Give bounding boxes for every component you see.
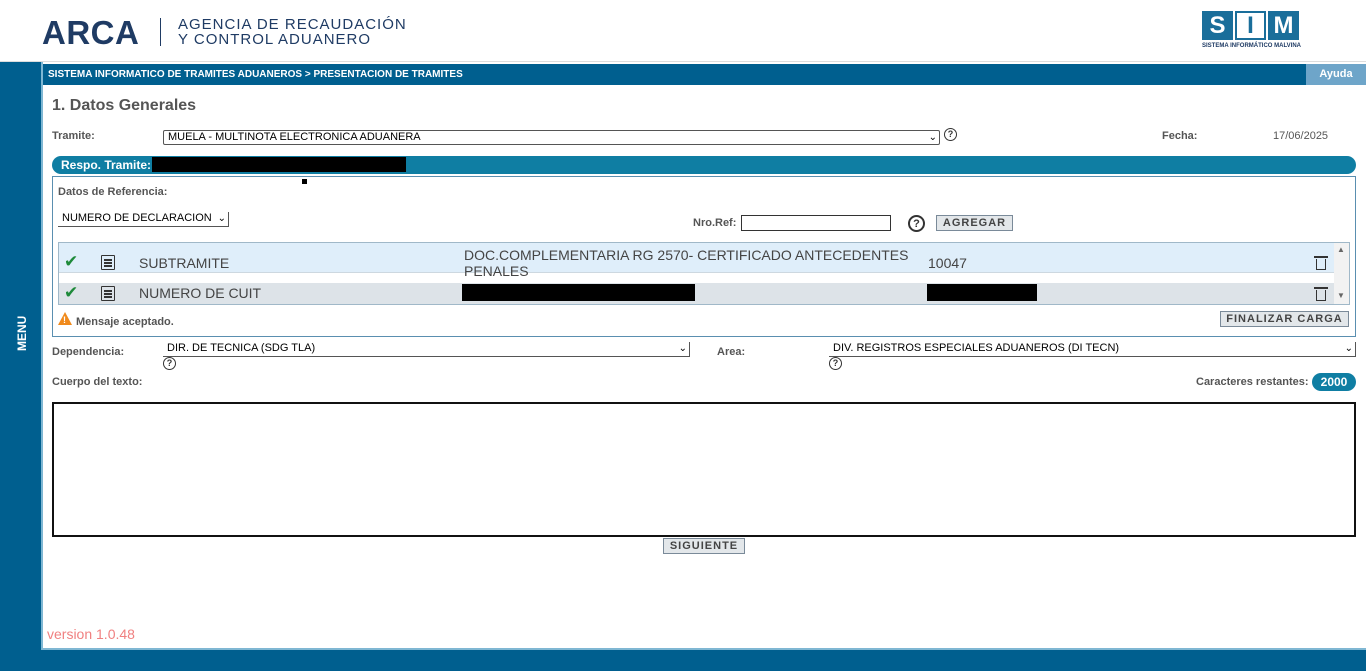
sim-letter-s: S [1202, 11, 1233, 40]
area-selected: DIV. REGISTROS ESPECIALES ADUANEROS (DI … [833, 342, 1120, 354]
row-value: 10047 [928, 255, 967, 271]
agregar-button[interactable]: AGREGAR [936, 215, 1013, 231]
dependencia-help-icon[interactable]: ? [163, 357, 176, 370]
agency-line-2: Y CONTROL ADUANERO [178, 31, 372, 48]
table-row[interactable]: ✔ SUBTRAMITE DOC.COMPLEMENTARIA RG 2570-… [59, 243, 1334, 279]
grid-scrollbar[interactable]: ▲ ▼ [1334, 243, 1349, 304]
row-type: SUBTRAMITE [139, 255, 230, 271]
caracteres-counter: 2000 [1312, 373, 1356, 391]
check-icon: ✔ [64, 252, 79, 271]
trash-icon[interactable] [1314, 256, 1328, 270]
caracteres-label: Caracteres restantes: [1196, 376, 1309, 388]
chevron-down-icon: ⌄ [1344, 343, 1353, 354]
check-icon: ✔ [64, 283, 79, 302]
row-description: DOC.COMPLEMENTARIA RG 2570- CERTIFICADO … [464, 247, 909, 279]
breadcrumb-bar: SISTEMA INFORMATICO DE TRAMITES ADUANERO… [43, 64, 1366, 85]
dependencia-select[interactable]: DIR. DE TECNICA (SDG TLA) ⌄ [163, 342, 690, 357]
document-icon[interactable] [101, 255, 115, 270]
nro-ref-input[interactable] [741, 215, 891, 231]
left-stripe [41, 62, 43, 648]
referencia-type-selected: NUMERO DE DECLARACION [62, 212, 212, 224]
scroll-down-icon[interactable]: ▼ [1337, 291, 1345, 300]
referencia-label: Datos de Referencia: [58, 186, 168, 198]
breadcrumb: SISTEMA INFORMATICO DE TRAMITES ADUANERO… [48, 69, 463, 80]
table-row[interactable]: ✔ NUMERO DE CUIT [59, 283, 1334, 304]
sim-logo: S I M SISTEMA INFORMÁTICO MALVINA [1202, 11, 1301, 49]
chevron-down-icon: ⌄ [678, 343, 687, 354]
tramite-label: Tramite: [52, 130, 95, 142]
side-menu-toggle[interactable]: MENU [0, 62, 41, 671]
chevron-down-icon: ⌄ [217, 213, 226, 224]
finalizar-carga-button[interactable]: FINALIZAR CARGA [1220, 311, 1349, 327]
cuerpo-textarea[interactable] [52, 402, 1356, 537]
area-help-icon[interactable]: ? [829, 357, 842, 370]
redacted-cuit-description [462, 284, 695, 301]
arca-logo: ARCA [42, 14, 140, 51]
tramite-selected: MUELA - MULTINOTA ELECTRONICA ADUANERA [168, 131, 421, 143]
dependencia-label: Dependencia: [52, 346, 125, 358]
nro-ref-label: Nro.Ref: [693, 217, 737, 229]
redacted-cuit-value [927, 284, 1037, 301]
dependencia-selected: DIR. DE TECNICA (SDG TLA) [167, 342, 316, 354]
fecha-value: 17/06/2025 [1273, 130, 1329, 142]
bottom-bar [41, 648, 1366, 671]
chevron-down-icon: ⌄ [928, 132, 937, 143]
respo-tramite-bar: Respo. Tramite: [52, 156, 1356, 174]
siguiente-button[interactable]: SIGUIENTE [663, 538, 745, 554]
respo-tramite-label: Respo. Tramite: [61, 158, 152, 172]
tramite-select[interactable]: MUELA - MULTINOTA ELECTRONICA ADUANERA ⌄ [163, 130, 940, 145]
warning-icon: ! [58, 312, 72, 325]
sim-letter-i: I [1235, 11, 1266, 40]
cuerpo-label: Cuerpo del texto: [52, 376, 143, 388]
tramite-help-icon[interactable]: ? [944, 128, 957, 141]
sim-caption: SISTEMA INFORMÁTICO MALVINA [1202, 43, 1301, 49]
referencia-grid: ✔ SUBTRAMITE DOC.COMPLEMENTARIA RG 2570-… [58, 242, 1350, 305]
agency-line-1: AGENCIA DE RECAUDACIÓN [178, 16, 407, 33]
redacted-respo-name [152, 157, 406, 172]
help-tab[interactable]: Ayuda [1306, 64, 1366, 85]
row-type: NUMERO DE CUIT [139, 285, 262, 301]
document-icon[interactable] [101, 286, 115, 301]
trash-icon[interactable] [1314, 287, 1328, 301]
scroll-up-icon[interactable]: ▲ [1337, 245, 1345, 254]
area-label: Area: [717, 346, 746, 358]
section-title: 1. Datos Generales [52, 97, 197, 114]
fecha-label: Fecha: [1162, 130, 1198, 142]
nro-ref-help-icon[interactable]: ? [908, 215, 925, 232]
sim-letter-m: M [1268, 11, 1299, 40]
logo-divider [160, 18, 161, 46]
status-message: Mensaje aceptado. [76, 316, 174, 328]
area-select[interactable]: DIV. REGISTROS ESPECIALES ADUANEROS (DI … [829, 342, 1356, 357]
referencia-type-select[interactable]: NUMERO DE DECLARACION ⌄ [58, 212, 229, 227]
top-header: ARCA AGENCIA DE RECAUDACIÓN Y CONTROL AD… [0, 0, 1366, 62]
version-label: version 1.0.48 [47, 626, 135, 642]
agency-name: AGENCIA DE RECAUDACIÓN Y CONTROL ADUANER… [178, 17, 407, 47]
menu-label: MENU [15, 315, 29, 351]
